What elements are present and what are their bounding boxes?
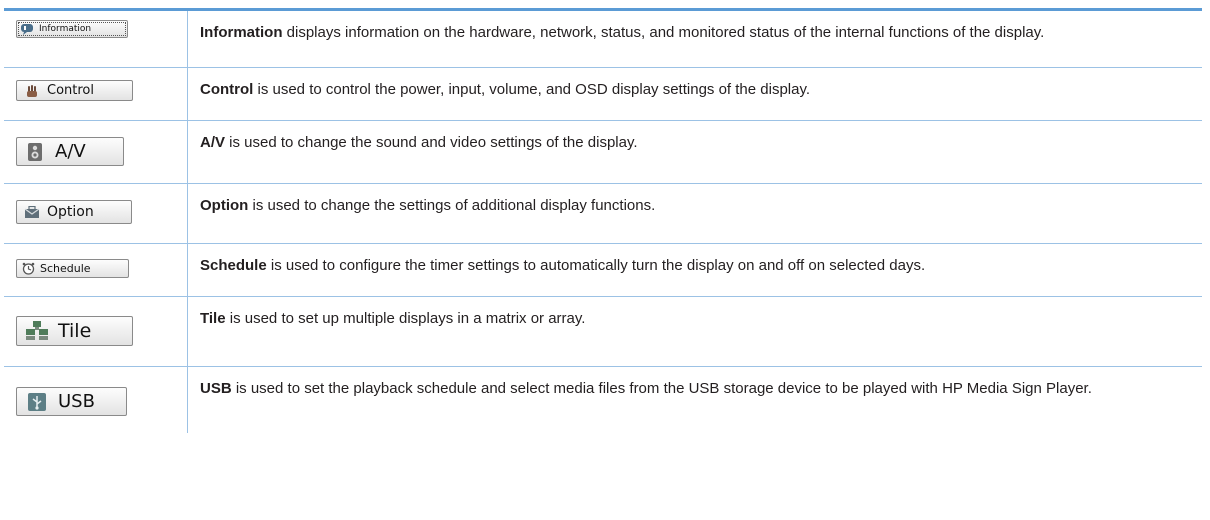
table-row: A/V A/V is used to change the sound and … xyxy=(4,121,1202,184)
button-label: A/V xyxy=(55,141,86,162)
menu-description-table: Information Information displays informa… xyxy=(4,8,1202,433)
control-button[interactable]: Control xyxy=(16,80,133,101)
term: Control xyxy=(200,81,254,98)
button-label: Schedule xyxy=(40,262,91,275)
av-button[interactable]: A/V xyxy=(16,137,124,166)
table-row: Option Option is used to change the sett… xyxy=(4,184,1202,244)
term: Information xyxy=(200,24,283,41)
clock-icon xyxy=(22,262,35,275)
button-cell: A/V xyxy=(4,121,188,183)
speaker-icon xyxy=(28,142,42,161)
button-label: USB xyxy=(58,391,95,412)
description-cell: Information displays information on the … xyxy=(188,11,1202,67)
description-cell: Control is used to control the power, in… xyxy=(188,68,1202,120)
button-label: Information xyxy=(39,24,92,34)
description-cell: Option is used to change the settings of… xyxy=(188,184,1202,243)
description-text: displays information on the hardware, ne… xyxy=(282,24,1045,41)
toolbox-icon xyxy=(24,205,40,218)
table-row: Control Control is used to control the p… xyxy=(4,68,1202,121)
button-label: Tile xyxy=(58,320,92,342)
description-cell: A/V is used to change the sound and vide… xyxy=(188,121,1202,183)
description-cell: Schedule is used to configure the timer … xyxy=(188,244,1202,296)
table-row: Tile Tile is used to set up multiple dis… xyxy=(4,297,1202,367)
description-text: is used to change the settings of additi… xyxy=(248,197,656,214)
term: Tile xyxy=(200,310,226,327)
usb-icon xyxy=(28,392,46,411)
table-row: Information Information displays informa… xyxy=(4,11,1202,68)
term: Option xyxy=(200,197,249,214)
button-label: Control xyxy=(47,83,94,98)
description-cell: Tile is used to set up multiple displays… xyxy=(188,297,1202,366)
button-cell: Schedule xyxy=(4,244,188,296)
button-cell: USB xyxy=(4,367,188,433)
schedule-button[interactable]: Schedule xyxy=(16,259,129,278)
description-text: is used to configure the timer settings … xyxy=(266,257,926,274)
button-cell: Option xyxy=(4,184,188,243)
button-cell: Information xyxy=(4,11,188,67)
table-row: USB USB is used to set the playback sche… xyxy=(4,367,1202,433)
description-text: is used to control the power, input, vol… xyxy=(253,81,811,98)
hand-icon xyxy=(27,84,37,97)
table-row: Schedule Schedule is used to configure t… xyxy=(4,244,1202,297)
tile-monitors-icon xyxy=(26,321,48,340)
button-cell: Control xyxy=(4,68,188,120)
usb-button[interactable]: USB xyxy=(16,387,127,416)
information-button[interactable]: Information xyxy=(16,20,128,38)
description-text: is used to set up multiple displays in a… xyxy=(225,310,586,327)
info-speech-icon xyxy=(21,24,33,35)
description-text: is used to set the playback schedule and… xyxy=(231,380,1092,397)
tile-button[interactable]: Tile xyxy=(16,316,133,346)
description-text: is used to change the sound and video se… xyxy=(225,134,638,151)
description-cell: USB is used to set the playback schedule… xyxy=(188,367,1202,433)
term: A/V xyxy=(200,134,226,151)
term: Schedule xyxy=(200,257,267,274)
button-label: Option xyxy=(47,204,94,220)
option-button[interactable]: Option xyxy=(16,200,132,224)
term: USB xyxy=(200,380,232,397)
button-cell: Tile xyxy=(4,297,188,366)
